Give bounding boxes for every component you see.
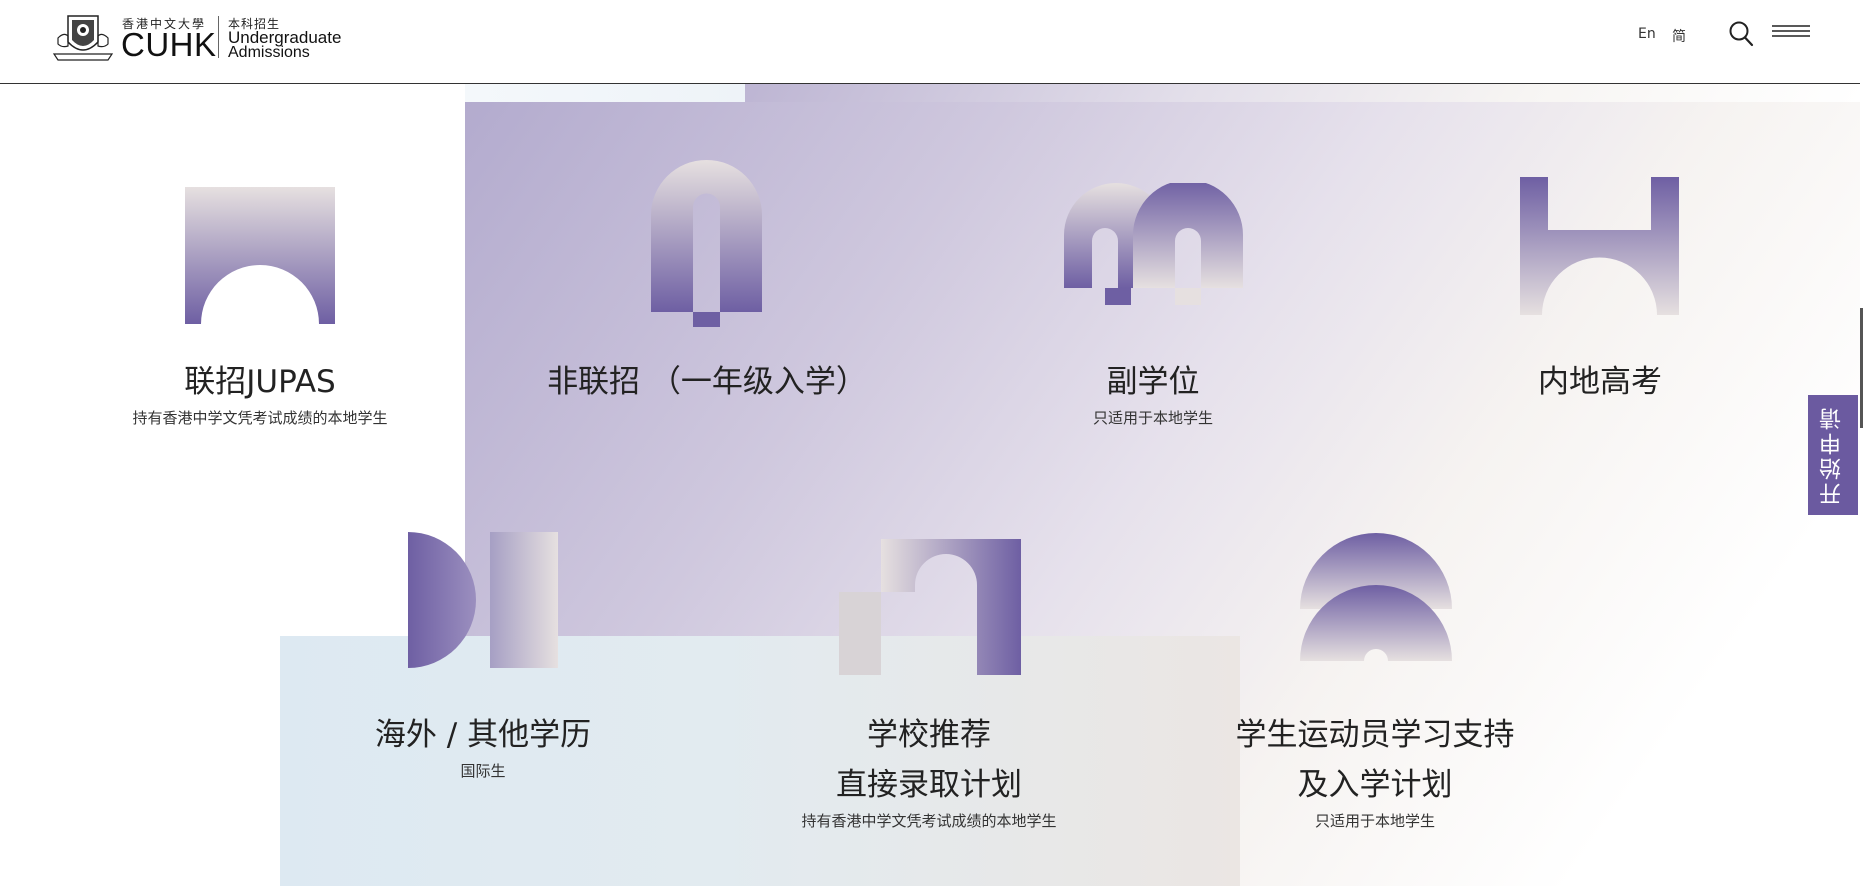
card-student-athlete[interactable]: 学生运动员学习支持 及入学计划 只适用于本地学生 [1225,710,1525,831]
card-jupas[interactable]: 联招JUPAS 持有香港中学文凭考试成绩的本地学生 [110,357,410,428]
card-sub-degree[interactable]: 副学位 只适用于本地学生 [1003,357,1303,428]
student-athlete-arches-icon[interactable] [1300,533,1452,661]
background-notch-right [745,84,1860,102]
card-subtitle: 持有香港中学文凭考试成绩的本地学生 [132,409,388,427]
jupas-arch-icon[interactable] [185,187,335,324]
background-notch-left [465,84,745,102]
card-subtitle: 只适用于本地学生 [1314,812,1435,830]
card-title: 非联招 （一年级入学） [547,364,867,400]
card-title: 海外 / 其他学历 [374,717,592,753]
card-gaokao[interactable]: 内地高考 [1450,357,1750,407]
card-title-line1: 学校推荐 [867,717,991,753]
card-overseas[interactable]: 海外 / 其他学历 国际生 [333,710,633,781]
card-school-nomination[interactable]: 学校推荐 直接录取计划 持有香港中学文凭考试成绩的本地学生 [779,710,1079,831]
gaokao-h-icon[interactable] [1520,177,1679,315]
search-icon[interactable] [1728,20,1754,48]
card-subtitle: 只适用于本地学生 [1092,409,1213,427]
non-jupas-arch-icon[interactable] [651,160,762,327]
card-subtitle: 持有香港中学文凭考试成绩的本地学生 [801,812,1057,830]
cuhk-crest-icon[interactable] [50,12,116,64]
language-english-link[interactable]: En [1638,26,1656,42]
school-nomination-icon[interactable] [839,539,1021,675]
card-subtitle: 国际生 [460,762,506,780]
menu-icon[interactable] [1772,23,1810,45]
sub-degree-arches-icon[interactable] [1064,183,1243,305]
card-non-jupas[interactable]: 非联招 （一年级入学） [547,357,867,407]
card-title: 内地高考 [1538,364,1662,400]
card-title: 副学位 [1106,364,1200,400]
logo-sub-line2: Admissions [228,44,310,61]
card-title-line2: 及入学计划 [1297,767,1453,803]
start-application-button[interactable]: 开始申请 [1808,395,1858,515]
language-simplified-link[interactable]: 简 [1672,26,1686,46]
overseas-shapes-icon[interactable] [408,532,558,668]
card-title-line1: 学生运动员学习支持 [1235,717,1515,753]
card-title-line2: 直接录取计划 [836,767,1022,803]
card-title: 联招JUPAS [184,364,336,400]
logo-cuhk-wordmark[interactable]: CUHK [121,26,217,64]
site-header: 香港中文大學 CUHK 本科招生 Undergraduate Admission… [0,0,1860,84]
logo-divider [218,16,219,58]
